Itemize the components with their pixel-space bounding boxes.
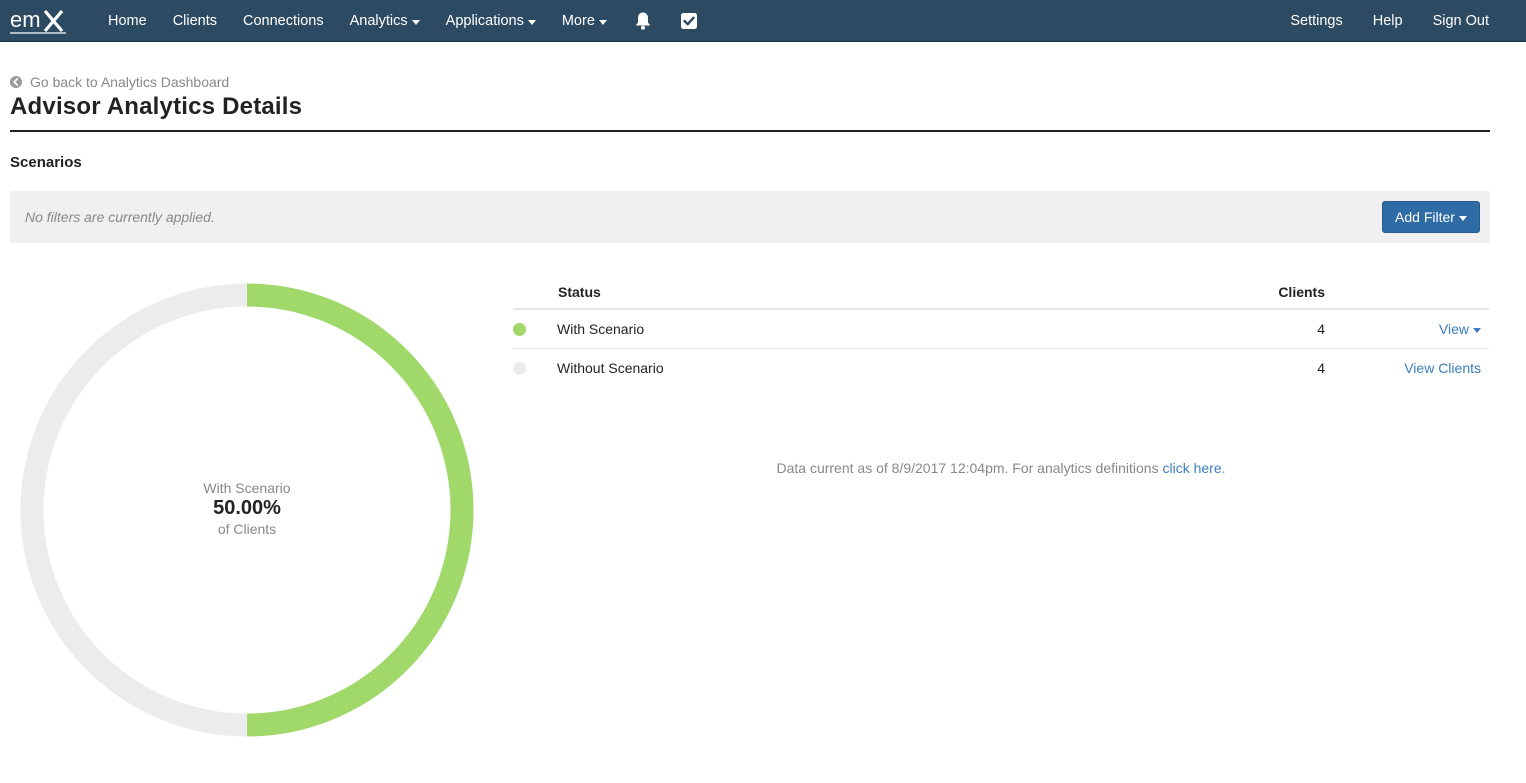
nav-settings-label: Settings	[1290, 13, 1343, 29]
status-dot-without-scenario	[513, 362, 526, 375]
row-client-count: 4	[1317, 360, 1325, 376]
row-status-label: With Scenario	[557, 321, 645, 337]
nav-analytics-label: Analytics	[349, 13, 408, 29]
nav-connections-label: Connections	[243, 13, 324, 29]
svg-text:em: em	[10, 7, 41, 32]
nav-clients[interactable]: Clients	[160, 0, 230, 42]
nav-help[interactable]: Help	[1358, 0, 1418, 42]
nav-settings[interactable]: Settings	[1275, 0, 1357, 42]
row-client-count: 4	[1317, 321, 1325, 337]
bell-icon[interactable]	[620, 0, 666, 42]
footnote-text: Data current as of 8/9/2017 12:04pm. For…	[776, 460, 1163, 476]
caret-down-icon	[1473, 327, 1481, 333]
caret-down-icon	[598, 19, 607, 25]
page-title: Advisor Analytics Details	[10, 93, 303, 120]
donut-center-value: 50.00%	[213, 497, 281, 519]
donut-center-title: With Scenario	[203, 480, 291, 496]
checkbox-icon[interactable]	[666, 0, 712, 42]
section-title: Scenarios	[10, 154, 82, 171]
nav-help-label: Help	[1372, 13, 1403, 29]
top-navbar: em Home Clients Connections Analytics Ap…	[0, 0, 1526, 42]
data-currency-note: Data current as of 8/9/2017 12:04pm. For…	[513, 460, 1489, 476]
title-divider	[10, 130, 1490, 132]
view-dropdown-button[interactable]: View	[1439, 321, 1481, 337]
donut-center-sublabel: of Clients	[217, 521, 277, 537]
emx-logo[interactable]: em	[10, 6, 68, 36]
view-dropdown-label: View	[1438, 321, 1469, 337]
nav-analytics-dropdown[interactable]: Analytics	[337, 0, 433, 42]
back-to-dashboard-link[interactable]: Go back to Analytics Dashboard	[10, 74, 229, 90]
nav-home-label: Home	[108, 13, 147, 29]
arrow-left-circle-icon	[10, 76, 22, 88]
nav-sign-out[interactable]: Sign Out	[1418, 0, 1504, 42]
nav-connections[interactable]: Connections	[230, 0, 337, 42]
nav-more-label: More	[561, 13, 595, 29]
status-table: Status Clients With Scenario 4 View With…	[513, 273, 1489, 388]
nav-applications-label: Applications	[445, 13, 524, 29]
table-header: Status Clients	[513, 273, 1489, 310]
filter-bar: No filters are currently applied. Add Fi…	[10, 191, 1490, 243]
caret-down-icon	[411, 19, 420, 25]
nav-clients-label: Clients	[172, 13, 218, 29]
nav-left-menu: Home Clients Connections Analytics Appli…	[95, 0, 712, 42]
nav-sign-out-label: Sign Out	[1432, 13, 1489, 29]
nav-applications-dropdown[interactable]: Applications	[433, 0, 549, 42]
filter-status-text: No filters are currently applied.	[25, 209, 215, 225]
nav-more-dropdown[interactable]: More	[549, 0, 620, 42]
table-row: Without Scenario 4 View Clients	[513, 349, 1489, 388]
analytics-definitions-link[interactable]: click here	[1162, 460, 1221, 476]
caret-down-icon	[1458, 215, 1467, 221]
header-clients: Clients	[1278, 284, 1325, 300]
add-filter-button[interactable]: Add Filter	[1382, 201, 1480, 233]
table-row: With Scenario 4 View	[513, 310, 1489, 349]
status-dot-with-scenario	[513, 323, 526, 336]
back-link-label: Go back to Analytics Dashboard	[30, 74, 230, 90]
view-clients-link[interactable]: View Clients	[1404, 360, 1481, 376]
add-filter-label: Add Filter	[1395, 209, 1455, 225]
header-status: Status	[558, 284, 601, 300]
caret-down-icon	[527, 19, 536, 25]
nav-right-menu: Settings Help Sign Out	[1275, 0, 1504, 42]
view-clients-label: View Clients	[1404, 360, 1481, 376]
donut-center-label: With Scenario 50.00% of Clients	[20, 480, 474, 537]
row-status-label: Without Scenario	[557, 360, 664, 376]
nav-home[interactable]: Home	[95, 0, 160, 42]
footnote-suffix: .	[1221, 460, 1226, 476]
